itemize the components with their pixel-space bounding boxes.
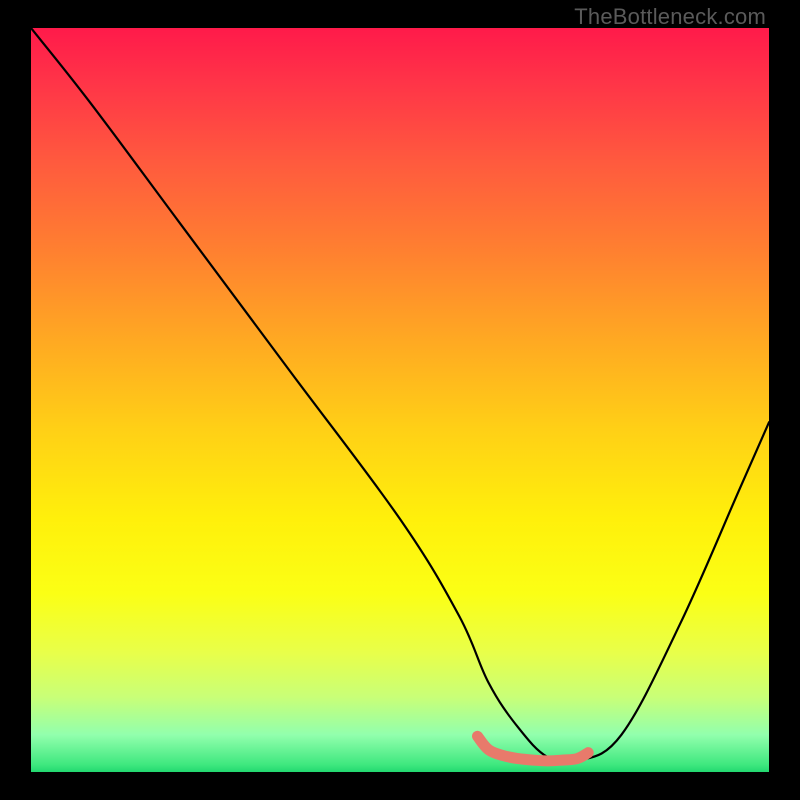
watermark-text: TheBottleneck.com xyxy=(574,4,766,30)
curve-layer xyxy=(31,28,769,772)
sweet-spot-line xyxy=(477,736,588,761)
bottleneck-curve-line xyxy=(31,28,769,763)
plot-area xyxy=(31,28,769,772)
chart-frame: TheBottleneck.com xyxy=(0,0,800,800)
